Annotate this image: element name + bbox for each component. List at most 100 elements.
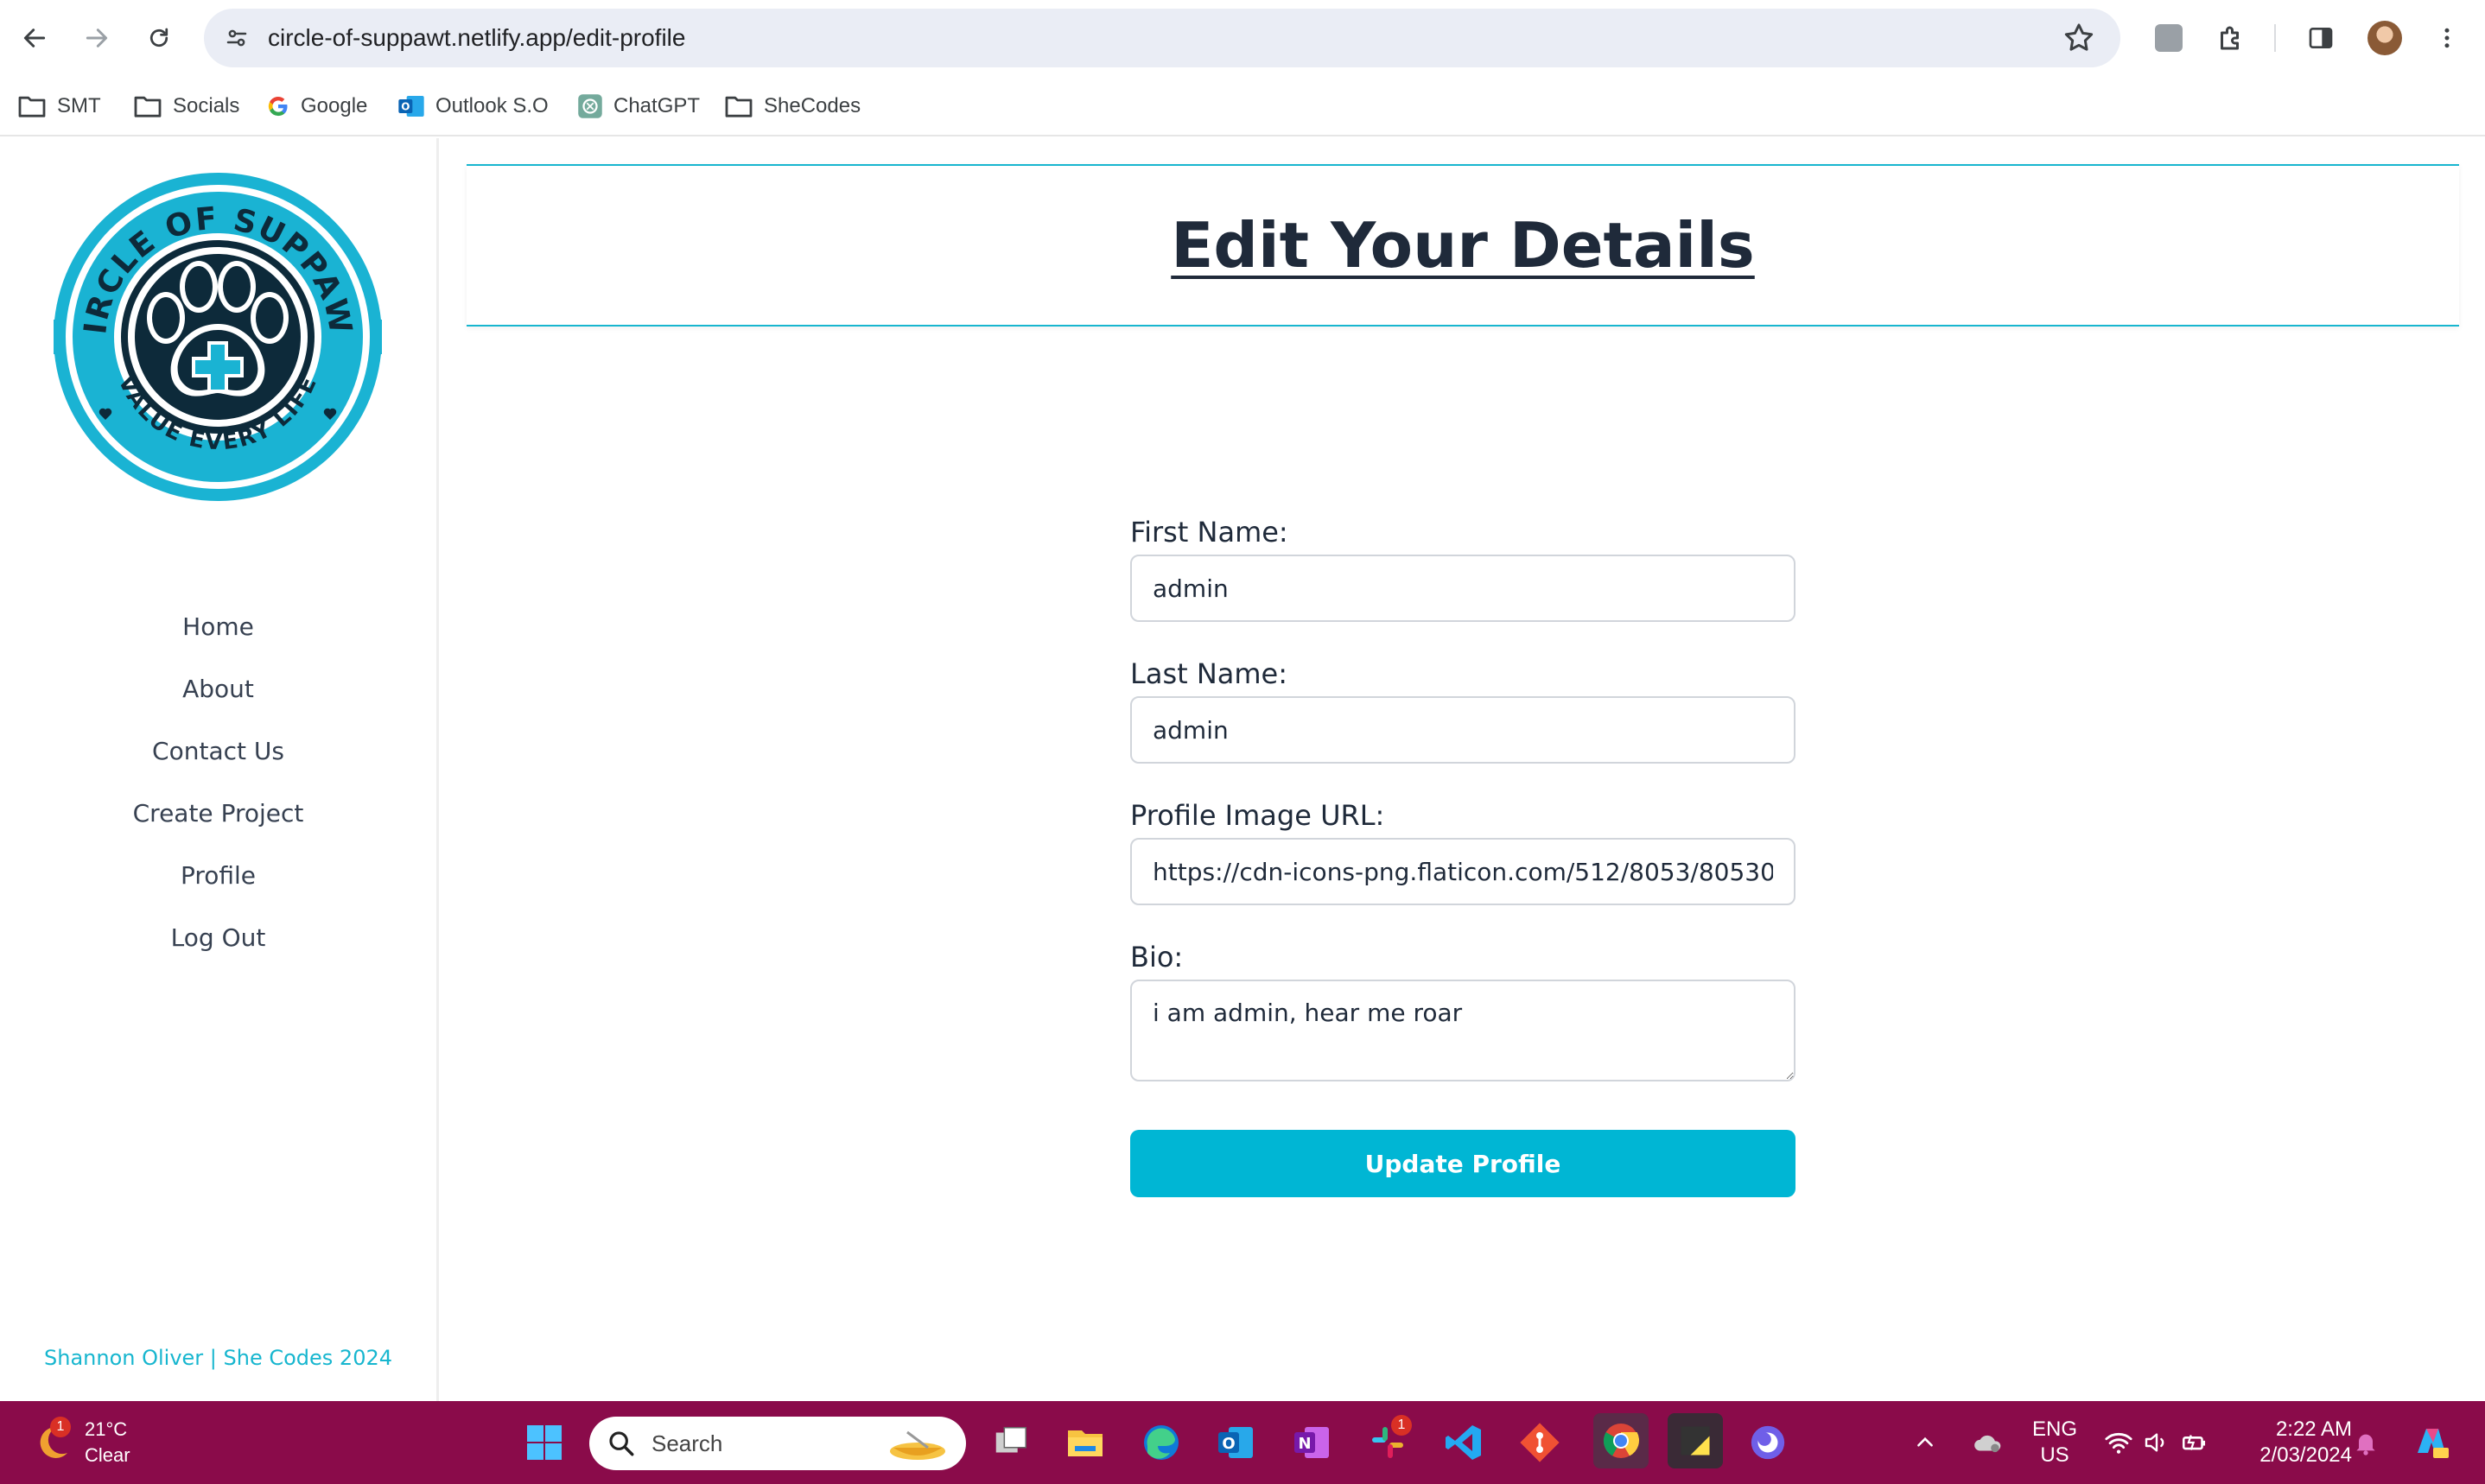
bookmark-shecodes[interactable]: SheCodes xyxy=(724,76,861,136)
clock[interactable]: 2:22 AM 2/03/2024 xyxy=(2231,1417,2352,1468)
bookmark-label: Socials xyxy=(173,94,240,117)
first-name-input[interactable] xyxy=(1130,555,1795,622)
bookmark-star-icon[interactable] xyxy=(2062,21,2096,55)
forward-button[interactable] xyxy=(76,17,118,59)
language-line1: ENG xyxy=(2031,1417,2077,1441)
taskbar-search[interactable]: Search xyxy=(589,1417,966,1470)
clock-time: 2:22 AM xyxy=(2275,1417,2352,1441)
notifications-bell-icon[interactable] xyxy=(2347,1418,2385,1467)
weather-condition: Clear xyxy=(85,1444,130,1466)
bookmark-socials[interactable]: Socials xyxy=(133,76,239,136)
weather-badge: 1 xyxy=(50,1417,71,1437)
edge-browser-icon[interactable] xyxy=(1137,1418,1185,1467)
back-button[interactable] xyxy=(14,17,55,59)
os-taskbar: 1 21°C Clear Search O N 1 ENG US 2:22 AM… xyxy=(0,1401,2485,1484)
chrome-app-icon[interactable] xyxy=(1593,1413,1649,1468)
forward-arrow-icon xyxy=(86,29,108,48)
volume-icon[interactable] xyxy=(2138,1418,2176,1467)
chatgpt-icon xyxy=(578,94,602,118)
profile-avatar[interactable] xyxy=(2364,17,2406,59)
weather-moon-icon: 1 xyxy=(31,1417,73,1463)
sidebar-nav: Home About Contact Us Create Project Pro… xyxy=(0,596,436,969)
edit-profile-form: First Name: Last Name: Profile Image URL… xyxy=(1130,510,1795,1197)
browser-toolbar: circle-of-suppawt.netlify.app/edit-profi… xyxy=(0,0,2485,76)
address-bar[interactable]: circle-of-suppawt.netlify.app/edit-profi… xyxy=(204,9,2120,67)
nav-log-out[interactable]: Log Out xyxy=(0,907,436,969)
folder-icon xyxy=(134,96,162,117)
back-arrow-icon xyxy=(23,29,46,48)
copilot-icon[interactable] xyxy=(2406,1418,2457,1467)
extensions-puzzle-icon[interactable] xyxy=(2210,17,2252,59)
tray-overflow-chevron-icon[interactable] xyxy=(1908,1418,1942,1467)
footer-credit: Shannon Oliver | She Codes 2024 xyxy=(44,1346,392,1370)
url-text[interactable]: circle-of-suppawt.netlify.app/edit-profi… xyxy=(268,9,685,67)
sticky-notes-app-icon[interactable] xyxy=(1668,1413,1723,1468)
image-url-field-group: Profile Image URL: xyxy=(1130,793,1795,905)
clock-date: 2/03/2024 xyxy=(2259,1443,2352,1467)
task-view-icon[interactable] xyxy=(987,1418,1035,1467)
nav-contact-us[interactable]: Contact Us xyxy=(0,720,436,783)
last-name-input[interactable] xyxy=(1130,696,1795,764)
update-profile-button[interactable]: Update Profile xyxy=(1130,1130,1795,1197)
last-name-field-group: Last Name: xyxy=(1130,651,1795,764)
bookmark-label: Google xyxy=(301,94,368,117)
reload-button[interactable] xyxy=(138,17,180,59)
nav-home[interactable]: Home xyxy=(0,596,436,658)
svg-text:O: O xyxy=(1222,1435,1235,1453)
last-name-label: Last Name: xyxy=(1130,657,1288,690)
site-logo[interactable]: CIRCLE OF SUPPAWT VALUE EVERY LIFE xyxy=(33,136,391,510)
folder-icon xyxy=(18,96,46,117)
bookmark-outlook[interactable]: O Outlook S.O xyxy=(397,76,549,136)
bio-field-group: Bio: i am admin, hear me roar xyxy=(1130,935,1795,1081)
bookmark-google[interactable]: Google xyxy=(266,76,367,136)
image-url-label: Profile Image URL: xyxy=(1130,799,1385,832)
bookmark-label: Outlook S.O xyxy=(435,94,549,117)
onedrive-icon[interactable] xyxy=(1967,1418,2010,1467)
main-content: Edit Your Details First Name: Last Name:… xyxy=(439,138,2485,1401)
reload-icon xyxy=(149,28,168,48)
git-app-icon[interactable] xyxy=(1516,1418,1564,1467)
image-url-input[interactable] xyxy=(1130,838,1795,905)
nav-create-project[interactable]: Create Project xyxy=(0,783,436,845)
bookmark-label: SheCodes xyxy=(764,94,861,117)
page-header: Edit Your Details xyxy=(467,164,2459,327)
search-highlight-icon xyxy=(881,1422,954,1465)
side-panel-icon[interactable] xyxy=(2300,17,2342,59)
vscode-app-icon[interactable] xyxy=(1440,1418,1488,1467)
language-indicator[interactable]: ENG US xyxy=(2020,1417,2089,1468)
browser-menu-icon[interactable] xyxy=(2426,17,2468,59)
toolbar-divider xyxy=(2274,24,2276,52)
language-line2: US xyxy=(2040,1443,2069,1467)
bio-label: Bio: xyxy=(1130,941,1184,973)
outlook-app-icon[interactable]: O xyxy=(1211,1418,1260,1467)
page-title: Edit Your Details xyxy=(1171,209,1755,282)
svg-text:N: N xyxy=(1298,1435,1311,1453)
svg-text:O: O xyxy=(401,101,410,113)
bio-textarea[interactable]: i am admin, hear me roar xyxy=(1130,980,1795,1081)
folder-icon xyxy=(725,96,753,117)
bookmark-label: ChatGPT xyxy=(613,94,701,117)
onenote-app-icon[interactable]: N xyxy=(1287,1418,1336,1467)
bookmark-chatgpt[interactable]: ChatGPT xyxy=(577,76,700,136)
nav-about[interactable]: About xyxy=(0,658,436,720)
bookmark-label: SMT xyxy=(57,94,101,117)
battery-icon[interactable] xyxy=(2176,1418,2214,1467)
slack-app-icon[interactable]: 1 xyxy=(1363,1415,1412,1467)
nav-profile[interactable]: Profile xyxy=(0,845,436,907)
first-name-label: First Name: xyxy=(1130,516,1288,549)
outlook-icon: O xyxy=(398,96,424,117)
sidebar: CIRCLE OF SUPPAWT VALUE EVERY LIFE Home … xyxy=(0,136,439,1401)
paw-logo-icon: CIRCLE OF SUPPAWT VALUE EVERY LIFE xyxy=(33,136,382,501)
file-explorer-icon[interactable] xyxy=(1061,1418,1109,1467)
google-icon xyxy=(268,96,288,117)
wifi-icon[interactable] xyxy=(2100,1418,2138,1467)
weather-temp: 21°C xyxy=(85,1418,128,1440)
media-app-icon[interactable] xyxy=(1744,1418,1792,1467)
extension-app-icon[interactable] xyxy=(2148,17,2189,59)
weather-widget[interactable]: 1 21°C Clear xyxy=(31,1411,130,1474)
windows-start-icon[interactable] xyxy=(520,1418,569,1467)
bookmarks-bar: SMT Socials Google O Outlook S.O ChatGPT… xyxy=(0,76,2485,136)
search-icon xyxy=(609,1431,634,1456)
site-settings-icon[interactable] xyxy=(221,22,252,54)
bookmark-smt[interactable]: SMT xyxy=(17,76,101,136)
